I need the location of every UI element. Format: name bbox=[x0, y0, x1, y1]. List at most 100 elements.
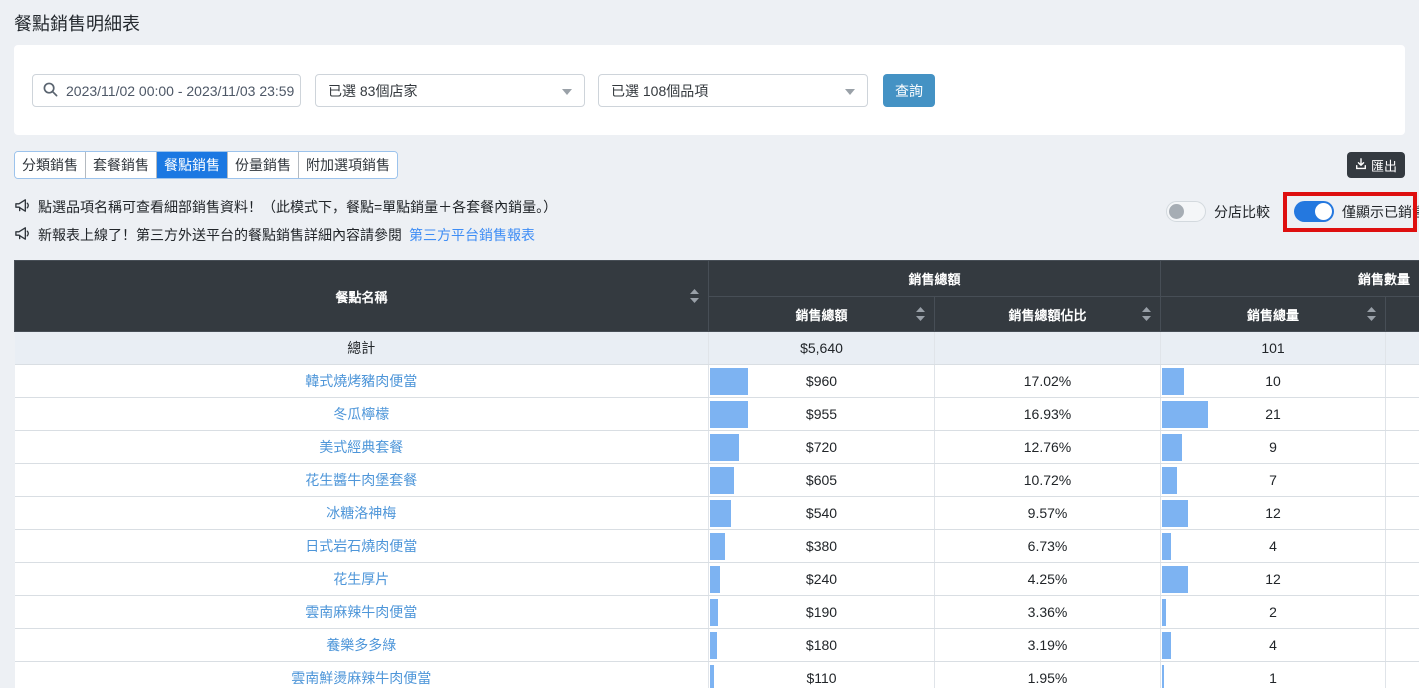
quantity-value: 7 bbox=[1269, 472, 1277, 488]
item-name-link[interactable]: 冬瓜檸檬 bbox=[333, 406, 389, 422]
toggle-knob bbox=[1169, 204, 1184, 219]
amount-cell: $180 bbox=[709, 629, 935, 662]
sort-icon[interactable] bbox=[1367, 307, 1376, 321]
item-name-link[interactable]: 花生醬牛肉堡套餐 bbox=[305, 472, 417, 488]
date-range-input[interactable]: 2023/11/02 00:00 - 2023/11/03 23:59 bbox=[32, 74, 301, 107]
cutoff-cell bbox=[1386, 464, 1419, 497]
sales-table-container: 餐點名稱 銷售總額 銷售數量 銷售總額 銷售總額佔比 bbox=[14, 260, 1419, 688]
amount-pct-cell: 6.73% bbox=[935, 530, 1161, 563]
tab-category-sales[interactable]: 分類銷售 bbox=[15, 152, 86, 178]
quantity-cell: 12 bbox=[1161, 563, 1386, 596]
quantity-cell: 10 bbox=[1161, 365, 1386, 398]
amount-value: $190 bbox=[806, 604, 837, 620]
value-bar bbox=[710, 632, 717, 659]
quantity-value: 9 bbox=[1269, 439, 1277, 455]
table-row: 美式經典套餐$72012.76%9 bbox=[15, 431, 1419, 464]
quantity-value: 101 bbox=[1261, 340, 1284, 356]
amount-pct-cell: 3.19% bbox=[935, 629, 1161, 662]
table-body: 總計$5,640101韓式燒烤豬肉便當$96017.02%10冬瓜檸檬$9551… bbox=[15, 332, 1419, 688]
value-bar bbox=[1162, 500, 1188, 527]
quantity-cell: 1 bbox=[1161, 662, 1386, 688]
column-header-amount-pct[interactable]: 銷售總額佔比 bbox=[935, 297, 1161, 332]
tab-addon-sales[interactable]: 附加選項銷售 bbox=[299, 152, 397, 178]
column-header-quantity[interactable]: 銷售總量 bbox=[1161, 297, 1386, 332]
quantity-value: 21 bbox=[1265, 406, 1281, 422]
item-name-cell: 美式經典套餐 bbox=[15, 431, 709, 464]
item-name-cell: 雲南麻辣牛肉便當 bbox=[15, 596, 709, 629]
item-name-link[interactable]: 養樂多多綠 bbox=[326, 637, 396, 653]
chevron-down-icon bbox=[562, 89, 572, 95]
query-button[interactable]: 查詢 bbox=[883, 74, 935, 107]
tab-meal-sales[interactable]: 餐點銷售 bbox=[157, 152, 228, 178]
amount-pct-cell: 16.93% bbox=[935, 398, 1161, 431]
table-row: 日式岩石燒肉便當$3806.73%4 bbox=[15, 530, 1419, 563]
quantity-cell: 9 bbox=[1161, 431, 1386, 464]
column-group-quantity: 銷售數量 bbox=[1161, 261, 1419, 297]
value-bar bbox=[1162, 401, 1208, 428]
column-header-amount[interactable]: 銷售總額 bbox=[709, 297, 935, 332]
notice-2-text: 新報表上線了！第三方外送平台的餐點銷售詳細內容請參閱 bbox=[38, 225, 402, 245]
branch-compare-toggle[interactable] bbox=[1166, 201, 1206, 222]
item-name-link[interactable]: 冰糖洛神梅 bbox=[326, 505, 396, 521]
cutoff-cell bbox=[1386, 629, 1419, 662]
search-icon bbox=[43, 82, 58, 100]
megaphone-icon bbox=[14, 197, 31, 217]
item-select[interactable]: 已選 108個品項 bbox=[598, 74, 868, 107]
item-name-link[interactable]: 日式岩石燒肉便當 bbox=[305, 538, 417, 554]
amount-pct-cell: 10.72% bbox=[935, 464, 1161, 497]
only-sold-toggle[interactable] bbox=[1294, 201, 1334, 222]
table-row: 花生醬牛肉堡套餐$60510.72%7 bbox=[15, 464, 1419, 497]
store-select[interactable]: 已選 83個店家 bbox=[315, 74, 585, 107]
amount-pct-cell: 1.95% bbox=[935, 662, 1161, 688]
item-name-link[interactable]: 花生厚片 bbox=[333, 571, 389, 587]
total-label-cell: 總計 bbox=[15, 332, 709, 365]
amount-pct-value: 12.76% bbox=[1024, 439, 1071, 455]
value-bar bbox=[710, 467, 734, 494]
amount-cell: $5,640 bbox=[709, 332, 935, 365]
table-row: 花生厚片$2404.25%12 bbox=[15, 563, 1419, 596]
amount-cell: $190 bbox=[709, 596, 935, 629]
amount-pct-value: 17.02% bbox=[1024, 373, 1071, 389]
column-header-name[interactable]: 餐點名稱 bbox=[15, 261, 709, 332]
branch-compare-label: 分店比較 bbox=[1214, 202, 1270, 222]
cutoff-cell bbox=[1386, 365, 1419, 398]
third-party-report-link[interactable]: 第三方平台銷售報表 bbox=[409, 225, 535, 245]
only-sold-label: 僅顯示已銷售 bbox=[1342, 202, 1419, 222]
value-bar bbox=[1162, 533, 1171, 560]
amount-value: $110 bbox=[806, 670, 836, 686]
tab-portion-sales[interactable]: 份量銷售 bbox=[228, 152, 299, 178]
quantity-value: 10 bbox=[1265, 373, 1281, 389]
quantity-value: 4 bbox=[1269, 637, 1277, 653]
sort-icon[interactable] bbox=[690, 289, 699, 303]
amount-pct-value: 3.36% bbox=[1028, 604, 1068, 620]
sort-icon[interactable] bbox=[1142, 307, 1151, 321]
report-tabs: 分類銷售 套餐銷售 餐點銷售 份量銷售 附加選項銷售 bbox=[14, 151, 398, 179]
item-name-link[interactable]: 雲南麻辣牛肉便當 bbox=[305, 604, 417, 620]
value-bar bbox=[1162, 467, 1177, 494]
cutoff-cell bbox=[1386, 596, 1419, 629]
tab-combo-sales[interactable]: 套餐銷售 bbox=[86, 152, 157, 178]
quantity-cell: 7 bbox=[1161, 464, 1386, 497]
item-select-value: 已選 108個品項 bbox=[611, 81, 708, 101]
value-bar bbox=[1162, 368, 1184, 395]
amount-pct-value: 10.72% bbox=[1024, 472, 1071, 488]
item-name-link[interactable]: 美式經典套餐 bbox=[319, 439, 403, 455]
amount-pct-value: 16.93% bbox=[1024, 406, 1071, 422]
item-name-link[interactable]: 雲南鮮燙麻辣牛肉便當 bbox=[291, 670, 431, 686]
item-name-cell: 冰糖洛神梅 bbox=[15, 497, 709, 530]
table-row: 養樂多多綠 $1803.19% 4 bbox=[15, 629, 1419, 662]
amount-value: $240 bbox=[806, 571, 837, 587]
export-button[interactable]: 匯出 bbox=[1347, 152, 1405, 178]
item-name-link[interactable]: 韓式燒烤豬肉便當 bbox=[305, 373, 417, 389]
value-bar bbox=[1162, 566, 1188, 593]
quantity-cell: 101 bbox=[1161, 332, 1386, 365]
quantity-cell: 2 bbox=[1161, 596, 1386, 629]
value-bar bbox=[1162, 599, 1166, 626]
cutoff-cell bbox=[1386, 332, 1419, 365]
cutoff-cell bbox=[1386, 398, 1419, 431]
store-select-value: 已選 83個店家 bbox=[328, 81, 417, 101]
amount-cell: $540 bbox=[709, 497, 935, 530]
sort-icon[interactable] bbox=[916, 307, 925, 321]
value-bar bbox=[1162, 632, 1171, 659]
value-bar bbox=[710, 533, 725, 560]
